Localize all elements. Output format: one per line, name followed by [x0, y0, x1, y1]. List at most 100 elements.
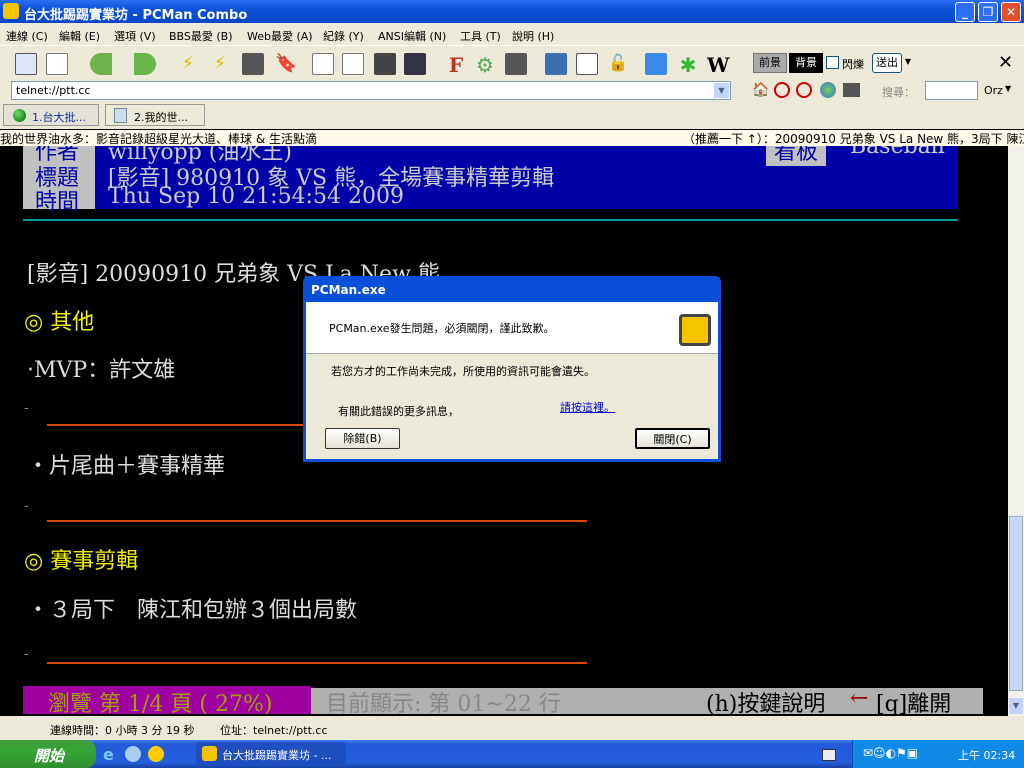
- block-window-icon[interactable]: [796, 82, 812, 98]
- add-favorite-icon[interactable]: 🔖: [275, 53, 297, 75]
- close-button[interactable]: 關閉(C): [635, 428, 710, 449]
- scroll-down-button[interactable]: ▼: [1009, 698, 1023, 714]
- close-window-button[interactable]: ✕: [1001, 2, 1021, 22]
- section-heading: ◎ 賽事剪輯: [24, 549, 139, 574]
- fullscreen-icon[interactable]: [505, 53, 527, 75]
- outlook-icon[interactable]: [125, 746, 141, 762]
- ie-icon[interactable]: e: [103, 745, 114, 764]
- menu-options[interactable]: 選項 (V): [114, 28, 156, 44]
- task-label: 台大批踢踢實業坊 - ...: [222, 749, 332, 762]
- blink-label: 閃爍: [842, 58, 864, 71]
- time-value: Thu Sep 10 21:54:54 2009: [108, 184, 404, 209]
- symbols-icon[interactable]: [576, 53, 598, 75]
- error-dialog: PCMan.exe PCMan.exe發生問題，必須關閉，謹此致歉。 若您方才的…: [303, 276, 721, 462]
- search-input[interactable]: [925, 81, 978, 100]
- menu-connection[interactable]: 連線 (C): [6, 28, 48, 44]
- menu-help[interactable]: 說明 (H): [512, 28, 554, 44]
- article-line: ‧片尾曲＋賽事精華: [27, 454, 226, 479]
- menu-tools[interactable]: 工具 (T): [460, 28, 501, 44]
- plurk-icon[interactable]: ✱: [677, 53, 699, 77]
- menu-bbs-favorites[interactable]: BBS最愛 (B): [169, 28, 233, 44]
- lock-icon[interactable]: 🔓: [607, 53, 629, 75]
- address-input[interactable]: telnet://ptt.cc: [11, 81, 731, 100]
- search-label: 搜尋：: [882, 86, 915, 99]
- start-button[interactable]: 開始: [0, 740, 96, 768]
- window-title: 台大批踢踢實業坊 - PCMan Combo: [24, 8, 248, 23]
- restore-button[interactable]: ❐: [978, 2, 998, 22]
- pcman-logo-icon: [679, 314, 711, 346]
- separator-line: [47, 662, 587, 664]
- time-label: 時間: [35, 190, 80, 215]
- connection-time: 連線時間：0 小時 3 分 19 秒: [50, 724, 195, 737]
- back-icon[interactable]: [90, 53, 112, 75]
- send-button[interactable]: 送出: [872, 53, 902, 73]
- address-bar: telnet://ptt.cc ▼ 🏠 搜尋： Orz ▼: [0, 79, 1024, 102]
- disconnect-icon[interactable]: ⚡: [177, 53, 199, 75]
- debug-button[interactable]: 除錯(B): [325, 428, 400, 449]
- view-ascii-icon[interactable]: [404, 53, 426, 75]
- menu-web-favorites[interactable]: Web最愛 (A): [247, 28, 313, 44]
- home-icon[interactable]: 🏠: [752, 82, 769, 98]
- status-bar: 連線時間：0 小時 3 分 19 秒 位址：telnet://ptt.cc: [0, 716, 1024, 740]
- reconnect-icon[interactable]: ⚡: [209, 53, 231, 75]
- copy-icon[interactable]: [312, 53, 334, 75]
- close-tab-icon[interactable]: [242, 53, 264, 75]
- terminal-scrollbar[interactable]: ▼: [1008, 146, 1024, 716]
- menu-ansi-edit[interactable]: ANSI編輯 (N): [378, 28, 446, 44]
- screen-icon[interactable]: [545, 53, 567, 75]
- dialog-info: 若您方才的工作尚未完成，所使用的資訊可能會遺失。: [331, 365, 595, 378]
- paste-icon[interactable]: [342, 53, 364, 75]
- menu-bar: 連線 (C) 編輯 (E) 選項 (V) BBS最愛 (B) Web最愛 (A)…: [0, 23, 1024, 45]
- new-connection-icon[interactable]: [46, 53, 68, 75]
- tab-1[interactable]: 1.台大批...: [3, 104, 99, 126]
- taskbar: 開始 e 台大批踢踢實業坊 - ... ✉☺◐⚑▣ 上午 02:34: [0, 740, 1024, 768]
- more-info-link[interactable]: 請按這裡。: [560, 399, 615, 415]
- tab-2[interactable]: 2.我的世...: [105, 104, 205, 126]
- pcman-task-icon: [202, 746, 217, 761]
- article-line: ‧３局下 陳江和包辦３個出局數: [27, 598, 358, 623]
- foreground-color-button[interactable]: 前景: [753, 53, 787, 73]
- section-heading: ◎ 其他: [24, 310, 95, 335]
- search-engine-select[interactable]: Orz: [984, 84, 1003, 97]
- line-indicator: 目前顯示: 第 01~22 行: [326, 692, 561, 716]
- article-line: ‧MVP：許文雄: [27, 358, 176, 383]
- send-dropdown-icon[interactable]: ▼: [902, 53, 914, 73]
- toolbar: ⚡ ⚡ 🔖 F ⚙ 🔓 ✱ W 前景 背景 閃爍 送出 ▼ ✕: [0, 45, 1024, 79]
- blink-checkbox[interactable]: [826, 56, 839, 69]
- menu-log[interactable]: 紀錄 (Y): [323, 28, 364, 44]
- dialog-message: PCMan.exe發生問題，必須關閉，謹此致歉。: [329, 322, 555, 335]
- help-arrow: ←: [850, 686, 869, 711]
- scroll-thumb[interactable]: [1009, 516, 1023, 691]
- background-color-button[interactable]: 背景: [789, 53, 823, 73]
- tray-icons: ✉☺◐⚑▣: [863, 746, 919, 760]
- title-bar: 台大批踢踢實業坊 - PCMan Combo _ ❐ ✕: [0, 0, 1024, 23]
- tab-label: 1.台大批...: [32, 111, 86, 124]
- search-engine-dropdown-icon[interactable]: ▼: [1005, 84, 1011, 93]
- dialog-title: PCMan.exe: [311, 283, 386, 297]
- forward-icon[interactable]: [134, 53, 156, 75]
- copy-article-icon[interactable]: [374, 53, 396, 75]
- app-logo-icon: [3, 3, 19, 19]
- task-pcman[interactable]: 台大批踢踢實業坊 - ...: [196, 742, 346, 766]
- font-icon[interactable]: F: [445, 53, 467, 77]
- dash: -: [24, 400, 29, 416]
- keyboard-icon[interactable]: [822, 749, 836, 761]
- terminal-icon[interactable]: [843, 83, 860, 97]
- marquee-ticker: 我的世界油水多：影音記錄超級星光大道、棒球 & 生活點滴 （推薦一下 ↑）：20…: [0, 129, 1024, 146]
- settings-gear-icon[interactable]: ⚙: [474, 53, 496, 77]
- messenger-icon[interactable]: [148, 746, 164, 762]
- separator-line: [47, 520, 587, 522]
- block-icon[interactable]: [774, 82, 790, 98]
- dash: -: [24, 646, 29, 662]
- pcman-home-icon[interactable]: [645, 53, 667, 75]
- site-list-icon[interactable]: [15, 53, 37, 75]
- wikipedia-icon[interactable]: W: [707, 53, 729, 77]
- dash: -: [24, 498, 29, 514]
- address-value: telnet://ptt.cc: [16, 84, 91, 97]
- minimize-button[interactable]: _: [955, 2, 975, 22]
- address-dropdown-icon[interactable]: ▼: [714, 83, 729, 98]
- close-toolbar-icon[interactable]: ✕: [998, 52, 1013, 73]
- menu-edit[interactable]: 編輯 (E): [59, 28, 100, 44]
- globe-icon[interactable]: [820, 82, 836, 98]
- document-icon: [114, 108, 127, 123]
